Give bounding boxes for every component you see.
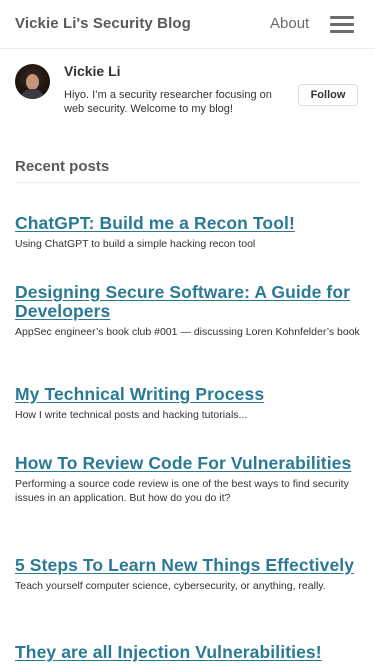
post-excerpt: How I write technical posts and hacking … — [15, 409, 248, 421]
post-title-link[interactable]: ChatGPT: Build me a Recon Tool! — [15, 214, 360, 233]
post-title-link[interactable]: They are all Injection Vulnerabilities! — [15, 643, 360, 662]
section-divider — [15, 182, 360, 183]
post-item: My Technical Writing Process How I write… — [15, 385, 360, 422]
author-bio: Hiyo. I’m a security researcher focusing… — [64, 89, 272, 115]
about-link[interactable]: About — [270, 15, 309, 32]
author-avatar[interactable] — [15, 64, 50, 99]
site-title-link[interactable]: Vickie Li's Security Blog — [15, 15, 191, 32]
post-title-link[interactable]: 5 Steps To Learn New Things Effectively — [15, 556, 360, 575]
post-item: They are all Injection Vulnerabilities! — [15, 643, 360, 662]
hamburger-menu-icon[interactable] — [330, 16, 354, 34]
post-title-link[interactable]: Designing Secure Software: A Guide for D… — [15, 283, 360, 321]
post-excerpt: Performing a source code review is one o… — [15, 478, 349, 504]
top-navigation-bar: Vickie Li's Security Blog About — [0, 0, 375, 49]
post-excerpt: AppSec engineer’s book club #001 — discu… — [15, 326, 360, 338]
post-item: ChatGPT: Build me a Recon Tool! Using Ch… — [15, 214, 360, 251]
post-item: Designing Secure Software: A Guide for D… — [15, 283, 360, 339]
recent-posts-heading: Recent posts — [15, 158, 110, 175]
post-item: 5 Steps To Learn New Things Effectively … — [15, 556, 360, 593]
post-title-link[interactable]: How To Review Code For Vulnerabilities — [15, 454, 360, 473]
post-excerpt: Using ChatGPT to build a simple hacking … — [15, 238, 256, 250]
follow-button[interactable]: Follow — [298, 84, 358, 106]
author-name[interactable]: Vickie Li — [64, 63, 121, 79]
author-profile: Vickie Li Hiyo. I’m a security researche… — [0, 58, 375, 128]
post-title-link[interactable]: My Technical Writing Process — [15, 385, 360, 404]
post-excerpt: Teach yourself computer science, cyberse… — [15, 580, 326, 592]
post-item: How To Review Code For Vulnerabilities P… — [15, 454, 360, 505]
